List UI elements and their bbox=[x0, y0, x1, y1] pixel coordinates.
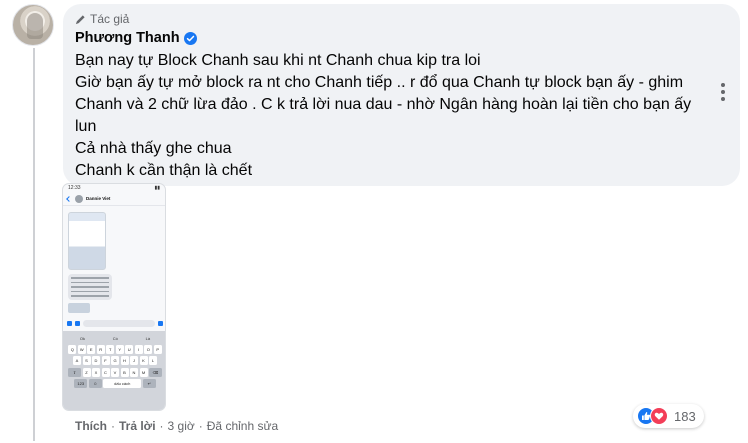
key: J bbox=[130, 356, 138, 365]
key: H bbox=[120, 356, 129, 365]
key: N bbox=[130, 367, 138, 377]
key: F bbox=[101, 356, 110, 365]
more-dot-icon bbox=[721, 90, 725, 94]
key: U bbox=[125, 344, 134, 354]
chat-image-small bbox=[68, 303, 90, 313]
space-key: dấu cách bbox=[103, 379, 142, 388]
key: Q bbox=[68, 344, 77, 354]
photo-icon bbox=[75, 320, 80, 326]
suggestion: Có bbox=[112, 335, 118, 341]
signal-icon: ▮▮ bbox=[154, 185, 160, 191]
key: K bbox=[139, 356, 148, 365]
chat-avatar bbox=[75, 194, 83, 203]
key: L bbox=[149, 356, 157, 365]
backspace-key-icon: ⌫ bbox=[149, 367, 162, 377]
author-badge-label: Tác giả bbox=[90, 12, 130, 26]
phone-status-bar: 12:33 ▮▮ bbox=[63, 184, 165, 192]
separator-dot: · bbox=[111, 419, 115, 433]
avatar-image bbox=[27, 13, 43, 39]
reactions-summary[interactable]: 183 bbox=[633, 404, 704, 428]
thread-line bbox=[33, 48, 35, 441]
comment-time[interactable]: 3 giờ bbox=[168, 419, 195, 433]
pen-icon bbox=[75, 14, 85, 24]
key: A bbox=[73, 356, 81, 365]
more-dot-icon bbox=[721, 83, 725, 87]
key: I bbox=[134, 344, 143, 354]
separator-dot: · bbox=[198, 419, 203, 433]
comment-line: Giờ bạn ấy tự mở block ra nt cho Chanh t… bbox=[75, 74, 696, 135]
author-name[interactable]: Phương Thanh bbox=[75, 30, 197, 46]
key: G bbox=[111, 356, 119, 365]
verified-badge-icon bbox=[183, 31, 197, 45]
chat-input bbox=[83, 319, 155, 327]
comment-actions: Thích · Trả lời · 3 giờ · Đã chỉnh sửa bbox=[75, 419, 278, 433]
comment-line: Bạn nay tự Block Chanh sau khi nt Chanh … bbox=[75, 52, 481, 69]
author-badge: Tác giả bbox=[75, 12, 129, 26]
phone-keyboard: Ok Có Là Q W E R T Y U I O P A S D F G H… bbox=[63, 331, 165, 410]
key: S bbox=[82, 356, 91, 365]
avatar[interactable] bbox=[12, 4, 54, 46]
keyboard-row-3: ⇧ Z X C V B N M ⌫ bbox=[66, 367, 164, 377]
keyboard-row-4: 123 ☺ dấu cách ↵ bbox=[66, 379, 164, 388]
separator-dot: · bbox=[159, 419, 164, 433]
key: B bbox=[120, 367, 129, 377]
emoji-key-icon: ☺ bbox=[88, 379, 102, 388]
more-options-button[interactable] bbox=[712, 81, 734, 103]
suggestion: Là bbox=[145, 335, 151, 341]
camera-icon bbox=[67, 320, 72, 326]
suggestion: Ok bbox=[79, 335, 85, 341]
author-name-text[interactable]: Phương Thanh bbox=[75, 30, 180, 46]
key: X bbox=[92, 367, 100, 377]
key: R bbox=[96, 344, 105, 354]
phone-time: 12:33 bbox=[68, 185, 81, 191]
key: D bbox=[92, 356, 100, 365]
shift-key-icon: ⇧ bbox=[68, 367, 81, 377]
comment-line: Cả nhà thấy ghe chua bbox=[75, 140, 232, 157]
key: Z bbox=[82, 367, 91, 377]
keyboard-row-1: Q W E R T Y U I O P bbox=[66, 344, 164, 354]
key: M bbox=[139, 367, 148, 377]
return-key-icon: ↵ bbox=[142, 379, 156, 388]
chat-image bbox=[68, 212, 106, 270]
reaction-count: 183 bbox=[674, 408, 696, 424]
edited-label[interactable]: Đã chỉnh sửa bbox=[207, 419, 278, 433]
key: Y bbox=[115, 344, 124, 354]
chat-header: Dannie Viet bbox=[63, 192, 165, 206]
back-icon bbox=[66, 195, 72, 202]
comment-bubble: Tác giả Phương Thanh Bạn nay tự Block Ch… bbox=[63, 4, 740, 186]
key: C bbox=[101, 367, 110, 377]
love-icon bbox=[650, 407, 668, 425]
comment-line: Chanh k cần thận là chết bbox=[75, 162, 253, 179]
key: P bbox=[153, 344, 162, 354]
key: V bbox=[111, 367, 119, 377]
attached-screenshot[interactable]: 12:33 ▮▮ Dannie Viet Ok Có Là Q W E R T … bbox=[62, 183, 166, 411]
key: E bbox=[87, 344, 96, 354]
comment-thread: Tác giả Phương Thanh Bạn nay tự Block Ch… bbox=[0, 0, 748, 443]
chat-message bbox=[68, 274, 112, 300]
keyboard-row-2: A S D F G H J K L bbox=[66, 356, 164, 365]
like-small-icon bbox=[158, 320, 163, 326]
key: T bbox=[106, 344, 115, 354]
key: W bbox=[77, 344, 86, 354]
reply-action[interactable]: Trả lời bbox=[119, 419, 156, 433]
numbers-key: 123 bbox=[74, 379, 88, 388]
like-action[interactable]: Thích bbox=[75, 419, 107, 433]
chat-input-row bbox=[63, 317, 165, 329]
key: O bbox=[144, 344, 153, 354]
more-dot-icon bbox=[721, 97, 725, 101]
chat-name: Dannie Viet bbox=[86, 196, 111, 201]
comment-text: Bạn nay tự Block Chanh sau khi nt Chanh … bbox=[75, 50, 715, 182]
keyboard-suggestions: Ok Có Là bbox=[66, 334, 164, 342]
